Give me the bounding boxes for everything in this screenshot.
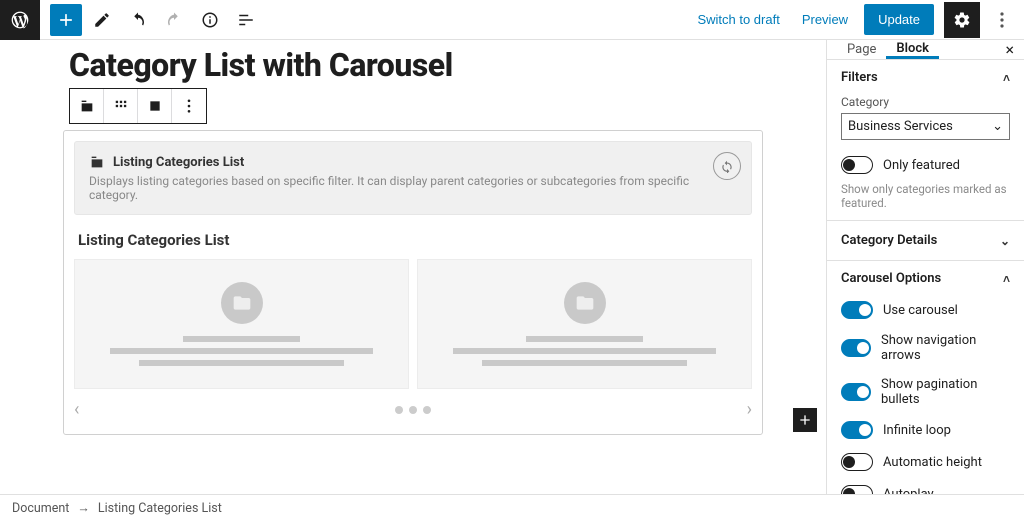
breadcrumb: Document → Listing Categories List <box>0 494 1024 522</box>
category-select[interactable]: Business Services⌄ <box>841 113 1010 140</box>
redo-button[interactable] <box>158 4 190 36</box>
breadcrumb-root[interactable]: Document <box>12 501 69 516</box>
block-description: Displays listing categories based on spe… <box>89 174 707 202</box>
transform-icon[interactable] <box>713 152 741 180</box>
tab-block[interactable]: Block <box>886 40 939 59</box>
chevron-down-icon: ⌄ <box>1000 234 1010 248</box>
block-inner-title: Listing Categories List <box>74 225 752 259</box>
preview-card <box>74 259 409 389</box>
info-button[interactable] <box>194 4 226 36</box>
category-label: Category <box>841 95 1010 109</box>
category-details-panel[interactable]: Category Details⌄ <box>841 233 1010 248</box>
block-icon[interactable] <box>70 89 104 123</box>
preview-card <box>417 259 752 389</box>
block-name: Listing Categories List <box>113 155 244 170</box>
tab-page[interactable]: Page <box>837 40 886 59</box>
carousel-next-arrow[interactable]: › <box>747 399 752 420</box>
layout-grid-button[interactable] <box>104 89 138 123</box>
preview-link[interactable]: Preview <box>796 11 854 28</box>
carousel-prev-arrow[interactable]: ‹ <box>74 399 79 420</box>
chevron-up-icon: ˄ <box>1003 71 1010 85</box>
editor-canvas[interactable]: Category List with Carousel Listing Cate… <box>0 40 826 494</box>
only-featured-help: Show only categories marked as featured. <box>841 182 1010 210</box>
block-more-button[interactable] <box>172 89 206 123</box>
only-featured-label: Only featured <box>883 158 960 173</box>
filters-panel-title[interactable]: Filters <box>841 70 878 85</box>
wordpress-logo[interactable] <box>0 0 40 40</box>
insert-block-button[interactable] <box>793 408 817 432</box>
settings-gear-button[interactable] <box>944 2 980 38</box>
selected-block[interactable]: Listing Categories List Displays listing… <box>63 130 763 435</box>
breadcrumb-current[interactable]: Listing Categories List <box>98 501 222 516</box>
nav-arrows-toggle[interactable] <box>841 339 871 357</box>
outline-button[interactable] <box>230 4 262 36</box>
pagination-toggle[interactable] <box>841 383 871 401</box>
infinite-loop-toggle[interactable] <box>841 421 873 439</box>
folder-icon <box>221 282 263 324</box>
page-title[interactable]: Category List with Carousel <box>69 46 763 84</box>
chevron-down-icon: ⌄ <box>992 119 1003 134</box>
auto-height-toggle[interactable] <box>841 453 873 471</box>
carousel-options-title[interactable]: Carousel Options <box>841 271 941 286</box>
breadcrumb-separator: → <box>77 501 90 516</box>
add-block-button[interactable] <box>50 4 82 36</box>
undo-button[interactable] <box>122 4 154 36</box>
sidebar-close-button[interactable]: × <box>1005 40 1014 59</box>
autoplay-toggle[interactable] <box>841 485 873 494</box>
chevron-up-icon: ˄ <box>1003 272 1010 286</box>
editor-topbar: Switch to draft Preview Update <box>0 0 1024 40</box>
switch-to-draft-link[interactable]: Switch to draft <box>691 11 785 28</box>
use-carousel-toggle[interactable] <box>841 301 873 319</box>
more-menu-button[interactable] <box>990 2 1014 38</box>
settings-sidebar: Page Block × Filters ˄ Category Business … <box>826 40 1024 494</box>
edit-button[interactable] <box>86 4 118 36</box>
carousel-bullets[interactable] <box>395 406 431 414</box>
layout-single-button[interactable] <box>138 89 172 123</box>
block-header: Listing Categories List Displays listing… <box>74 141 752 215</box>
block-toolbar <box>69 88 207 124</box>
only-featured-toggle[interactable] <box>841 156 873 174</box>
update-button[interactable]: Update <box>864 4 934 35</box>
folder-icon <box>564 282 606 324</box>
